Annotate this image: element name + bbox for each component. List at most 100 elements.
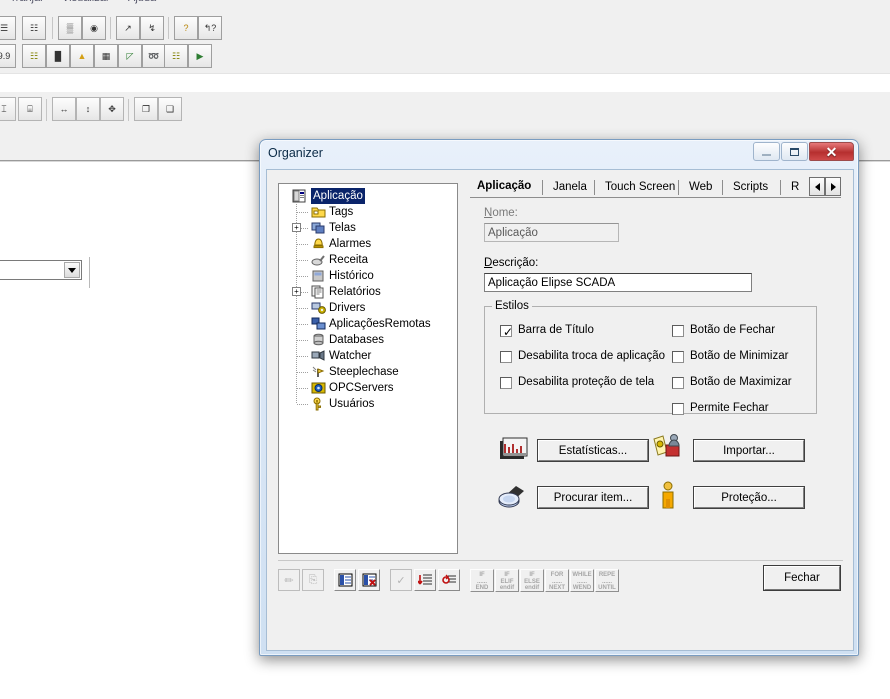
chevron-down-icon[interactable] (64, 262, 80, 278)
procurar-item-button[interactable]: Procurar item... (537, 486, 649, 509)
tree-item-usuarios[interactable]: Usuários (283, 396, 455, 412)
tab-aplicacao[interactable]: Aplicação (470, 176, 538, 197)
insert-row-icon[interactable] (414, 569, 436, 591)
move-row-icon[interactable] (438, 569, 460, 591)
run-screen-icon[interactable]: ↗ (116, 16, 140, 40)
checkbox-box (672, 351, 684, 363)
tree-item-label: Alarmes (329, 238, 372, 250)
tree-item-steeplechase[interactable]: Steeplechase (283, 364, 455, 380)
remote-apps-icon (311, 317, 326, 331)
same-width-icon[interactable]: ↔ (52, 97, 76, 121)
camera-icon[interactable]: ◉ (82, 16, 106, 40)
ungroup-icon[interactable]: ❑ (158, 97, 182, 121)
expand-icon[interactable]: + (292, 287, 301, 296)
image-icon[interactable]: ◸ (118, 44, 142, 68)
tab-strip: Aplicação Janela Touch Screen Web Script… (470, 176, 841, 198)
help-pointer-icon[interactable]: ↰? (198, 16, 222, 40)
expand-icon[interactable]: + (292, 223, 301, 232)
script-while-wend-button[interactable]: WHILE ...... WEND (570, 569, 594, 592)
organizer-tree-icon[interactable]: ☷ (22, 16, 46, 40)
estatisticas-button-label: Estatísticas... (558, 444, 628, 457)
video-icon[interactable]: ▶ (188, 44, 212, 68)
document-icon[interactable]: ☰ (0, 16, 16, 40)
tree-item-historico[interactable]: Histórico (283, 268, 455, 284)
estilos-legend: Estilos (492, 300, 532, 312)
tab-touch-screen[interactable]: Touch Screen (598, 178, 682, 197)
checkbox-box (672, 325, 684, 337)
bargraph-icon[interactable]: █ (46, 44, 70, 68)
group-icon[interactable]: ❐ (134, 97, 158, 121)
nome-label-text: ome: (492, 207, 518, 219)
tab-scroll-right-button[interactable] (825, 177, 841, 196)
tree-item-databases[interactable]: Databases (283, 332, 455, 348)
display-value-icon[interactable]: 9.9 (0, 44, 16, 68)
script-if-else-button[interactable]: IF ELSE endif (520, 569, 544, 592)
style-combo[interactable] (0, 260, 82, 280)
tree-item-label: OPCServers (329, 382, 394, 394)
script-if-elif-button[interactable]: IF ELIF endif (495, 569, 519, 592)
maximize-button[interactable] (781, 142, 808, 161)
grid-icon[interactable]: ▒ (58, 16, 82, 40)
tree-item-aplicacoesremotas[interactable]: AplicaçõesRemotas (283, 316, 455, 332)
alarm-bell-icon[interactable]: ▲ (70, 44, 94, 68)
copy-icon[interactable]: ⎘ (302, 569, 324, 591)
run-app-icon[interactable]: ↯ (140, 16, 164, 40)
checkbox-box (672, 403, 684, 415)
trend-icon[interactable]: ➿ (142, 44, 166, 68)
script-if-end-button[interactable]: IF ...... END (470, 569, 494, 592)
tree-item-alarmes[interactable]: Alarmes (283, 236, 455, 252)
importar-button[interactable]: Importar... (693, 439, 805, 462)
details-panel: Aplicação Janela Touch Screen Web Script… (470, 176, 841, 554)
same-size-icon[interactable]: ✥ (100, 97, 124, 121)
protecao-button[interactable]: Proteção... (693, 486, 805, 509)
tree-item-tags[interactable]: Tags (283, 204, 455, 220)
protecao-button-label: Proteção... (721, 491, 777, 504)
import-icon (651, 433, 685, 463)
object-tree[interactable]: Aplicação Tags + Telas Alarmes Receita H… (278, 183, 458, 554)
align-center-icon[interactable]: ⌸ (18, 97, 42, 121)
tab-web[interactable]: Web (682, 178, 719, 197)
check-list-icon[interactable]: ✓ (390, 569, 412, 591)
table-icon[interactable]: ▦ (94, 44, 118, 68)
script-for-next-bot: NEXT (548, 585, 565, 591)
dialog-title-bar[interactable]: Organizer ✕ (260, 140, 858, 169)
animation-icon[interactable]: ☷ (22, 44, 46, 68)
align-left-icon[interactable]: ⌶ (0, 97, 16, 121)
close-button[interactable]: ✕ (809, 142, 854, 161)
menu-item-visualizar[interactable]: Visualizar (62, 0, 110, 4)
same-height-icon[interactable]: ↕ (76, 97, 100, 121)
tree-item-opcservers[interactable]: OPCServers (283, 380, 455, 396)
fechar-button[interactable]: Fechar (763, 565, 841, 591)
menu-item-arranjar[interactable]: rranjar (12, 0, 44, 4)
tree-item-relatorios[interactable]: + Relatórios (283, 284, 455, 300)
tree-item-receita[interactable]: Receita (283, 252, 455, 268)
toolbar-separator (128, 99, 129, 121)
tab-relatorios[interactable]: R (784, 178, 806, 197)
estatisticas-button[interactable]: Estatísticas... (537, 439, 649, 462)
help-icon[interactable]: ? (174, 16, 198, 40)
new-item-icon[interactable] (334, 569, 356, 591)
film-icon[interactable]: ☷ (164, 44, 188, 68)
tree-item-drivers[interactable]: Drivers (283, 300, 455, 316)
menu-item-ajuda[interactable]: Ajuda (128, 0, 156, 4)
edit-icon[interactable]: ✏ (278, 569, 300, 591)
tree-item-telas[interactable]: + Telas (283, 220, 455, 236)
delete-item-icon[interactable] (358, 569, 380, 591)
statistics-chart-icon (497, 435, 531, 465)
script-repeat-until-button[interactable]: REPE ...... UNTIL (595, 569, 619, 592)
checkbox-box (672, 377, 684, 389)
tree-item-label: Databases (329, 334, 384, 346)
minimize-button[interactable] (753, 142, 780, 161)
chevron-right-icon (830, 182, 836, 191)
tab-janela[interactable]: Janela (546, 178, 594, 197)
descricao-field[interactable]: Aplicação Elipse SCADA (484, 273, 752, 292)
tree-item-watcher[interactable]: Watcher (283, 348, 455, 364)
tree-item-label: Aplicação (311, 188, 365, 204)
script-for-next-button[interactable]: FOR ...... NEXT (545, 569, 569, 592)
descricao-label: Descrição: (484, 257, 539, 269)
tab-scroll-buttons (809, 177, 841, 196)
tree-item-aplicacao[interactable]: Aplicação (283, 188, 455, 204)
tab-scripts[interactable]: Scripts (726, 178, 775, 197)
nome-field: Aplicação (484, 223, 619, 242)
tab-scroll-left-button[interactable] (809, 177, 825, 196)
